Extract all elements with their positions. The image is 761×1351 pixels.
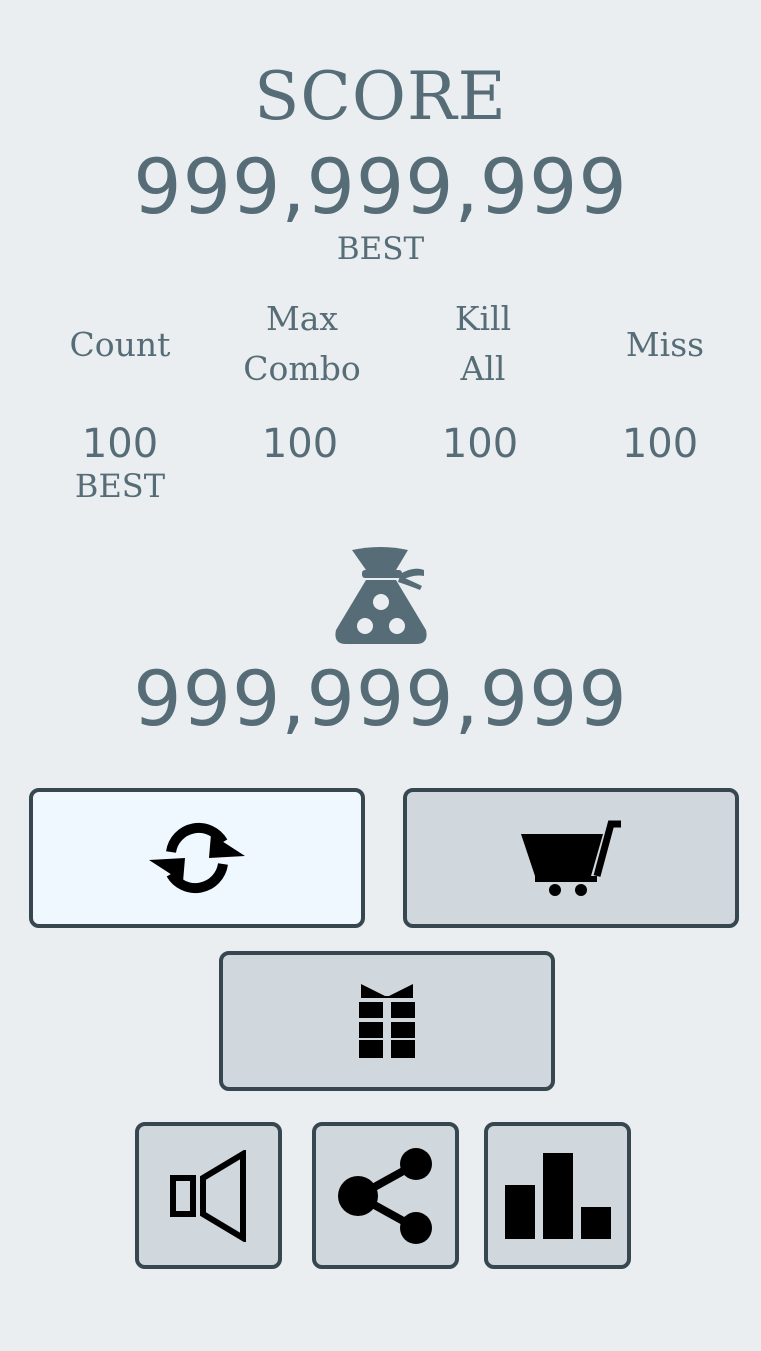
share-button[interactable] xyxy=(312,1122,459,1269)
stat-max-combo-label-line1: Max xyxy=(265,299,339,338)
speaker-icon xyxy=(169,1149,249,1242)
best-score-label: BEST xyxy=(336,231,425,267)
stat-kill-all-label-line2: All xyxy=(460,349,506,388)
stat-count-best-label: BEST xyxy=(74,467,166,505)
bar-chart-icon xyxy=(503,1151,613,1241)
stat-miss-label: Miss xyxy=(625,325,705,364)
shop-button[interactable] xyxy=(403,788,739,928)
cart-icon xyxy=(519,818,623,898)
stat-count-value: 100 xyxy=(81,421,159,467)
sound-button[interactable] xyxy=(135,1122,282,1269)
stat-count-label: Count xyxy=(69,325,171,364)
share-icon xyxy=(336,1146,436,1246)
gift-icon xyxy=(357,982,417,1060)
stat-max-combo-label-line2: Combo xyxy=(243,349,361,388)
gift-button[interactable] xyxy=(219,951,555,1091)
leaderboard-button[interactable] xyxy=(484,1122,631,1269)
refresh-icon xyxy=(147,818,247,898)
money-bag-icon xyxy=(332,544,430,646)
score-label: SCORE xyxy=(254,58,507,135)
stat-kill-all-label-line1: Kill xyxy=(454,299,512,338)
stat-miss-value: 100 xyxy=(621,421,699,467)
coin-total: 999,999,999 xyxy=(133,654,628,743)
stat-kill-all-value: 100 xyxy=(441,421,519,467)
score-value: 999,999,999 xyxy=(133,142,628,231)
stat-max-combo-value: 100 xyxy=(261,421,339,467)
replay-button[interactable] xyxy=(29,788,365,928)
